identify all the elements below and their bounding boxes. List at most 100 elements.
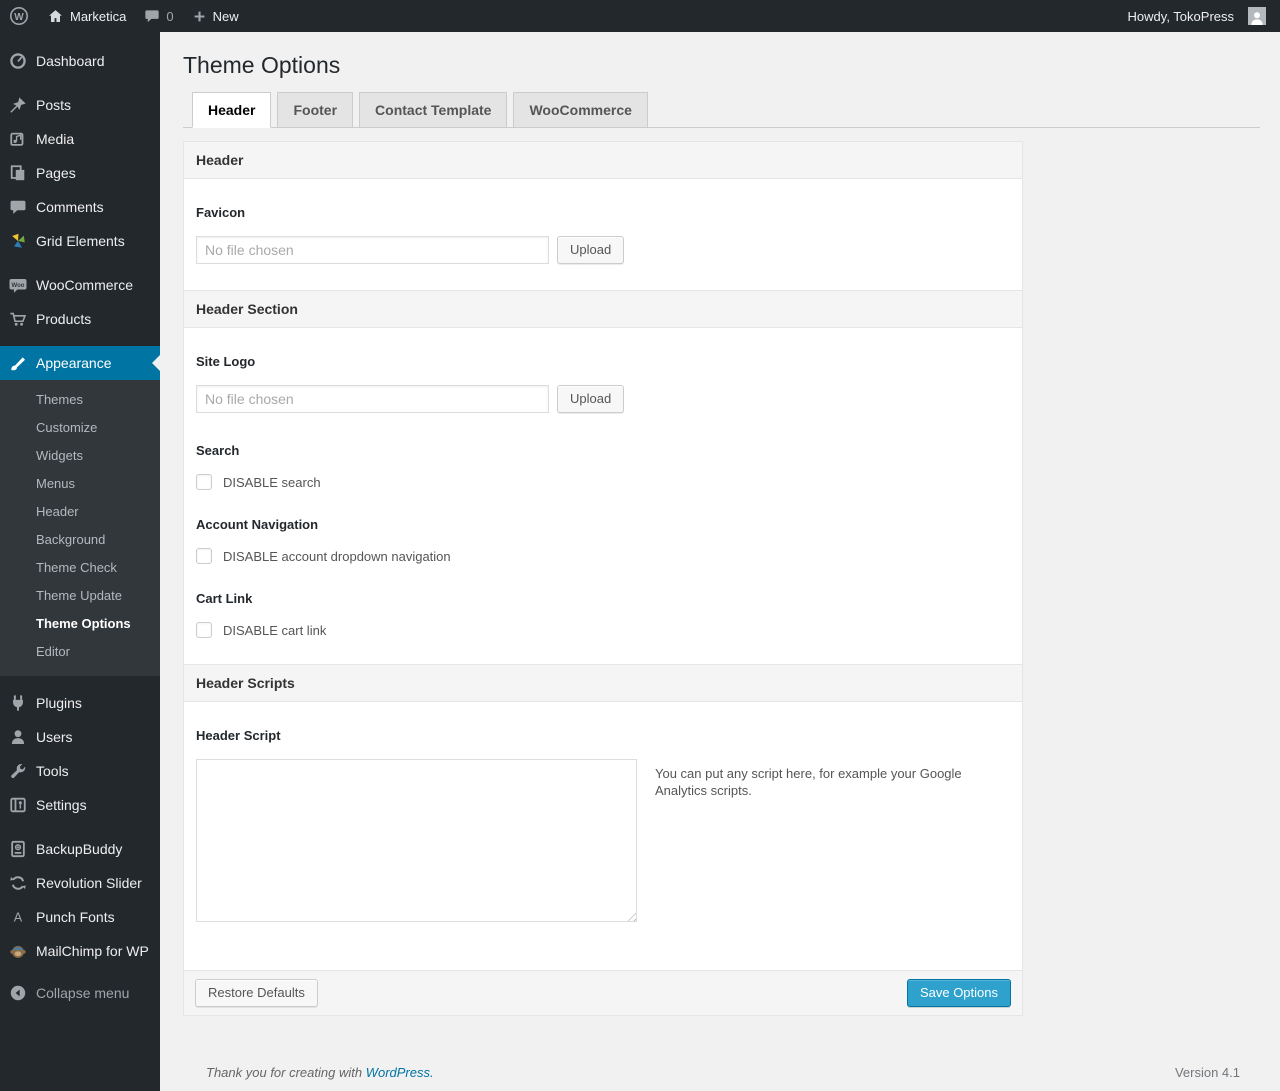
tab-footer[interactable]: Footer — [277, 92, 354, 128]
disable-account-nav-checkbox-label: DISABLE account dropdown navigation — [223, 548, 451, 564]
sidebar-item-background[interactable]: Background — [0, 526, 160, 554]
disable-cart-link-checkbox-label: DISABLE cart link — [223, 622, 327, 638]
sidebar-item-header[interactable]: Header — [0, 498, 160, 526]
header-script-textarea[interactable] — [196, 759, 637, 922]
sidebar-item-media[interactable]: Media — [0, 122, 160, 156]
sidebar-item-dashboard[interactable]: Dashboard — [0, 44, 160, 78]
sidebar-item-widgets[interactable]: Widgets — [0, 442, 160, 470]
theme-options-panel: Header Favicon Upload Header Section Sit… — [183, 141, 1023, 1016]
woocommerce-badge-icon: Woo — [8, 275, 28, 295]
menu-separator — [0, 258, 160, 268]
collapse-menu-button[interactable]: Collapse menu — [0, 976, 160, 1010]
sidebar-item-mailchimp[interactable]: MailChimp for WP — [0, 934, 160, 968]
tab-bar: Header Footer Contact Template WooCommer… — [183, 92, 1260, 128]
wordpress-link[interactable]: WordPress. — [366, 1065, 434, 1080]
admin-bar: W Marketica 0 New Howdy, TokoPress — [0, 0, 1280, 32]
sidebar-item-pages[interactable]: Pages — [0, 156, 160, 190]
site-link[interactable]: Marketica — [38, 0, 135, 32]
sidebar-item-comments[interactable]: Comments — [0, 190, 160, 224]
plus-icon — [194, 11, 204, 21]
person-icon — [1251, 12, 1263, 25]
sidebar-item-grid-elements[interactable]: Grid Elements — [0, 224, 160, 258]
new-label: New — [212, 8, 239, 24]
sidebar-item-appearance[interactable]: Appearance — [0, 346, 160, 380]
favicon-label: Favicon — [196, 205, 246, 220]
refresh-arrows-icon — [8, 873, 28, 893]
howdy-text: Howdy, TokoPress — [1127, 8, 1234, 24]
account-navigation-label: Account Navigation — [196, 517, 319, 532]
menu-separator — [0, 822, 160, 832]
section-header-scripts-content: Header Script You can put any script her… — [184, 702, 1022, 970]
wordpress-logo-menu[interactable]: W — [0, 0, 38, 32]
section-header-section-bar: Header Section — [184, 290, 1022, 328]
sidebar-item-punch-fonts[interactable]: A Punch Fonts — [0, 900, 160, 934]
sidebar-item-revolution-slider[interactable]: Revolution Slider — [0, 866, 160, 900]
site-logo-file-input[interactable] — [196, 385, 549, 413]
sidebar-item-tools[interactable]: Tools — [0, 754, 160, 788]
favicon-upload-button[interactable]: Upload — [557, 236, 625, 264]
mailchimp-monkey-icon — [8, 941, 28, 961]
pages-icon — [8, 163, 28, 183]
sidebar-item-products[interactable]: Products — [0, 302, 160, 336]
user-icon — [8, 727, 28, 747]
menu-separator — [0, 676, 160, 686]
svg-text:A: A — [14, 911, 23, 925]
disable-account-nav-checkbox[interactable] — [196, 548, 212, 564]
restore-defaults-button[interactable]: Restore Defaults — [195, 979, 318, 1007]
sidebar-item-menus[interactable]: Menus — [0, 470, 160, 498]
grid-elements-icon — [8, 231, 28, 251]
section-header-scripts-bar: Header Scripts — [184, 664, 1022, 702]
site-logo-label: Site Logo — [196, 354, 256, 369]
wrench-icon — [8, 761, 28, 781]
disable-cart-link-checkbox[interactable] — [196, 622, 212, 638]
cart-link-label: Cart Link — [196, 591, 253, 606]
section-header-section-content: Site Logo Upload Search DISABLE search A… — [184, 328, 1022, 664]
pushpin-icon — [8, 95, 28, 115]
site-logo-upload-button[interactable]: Upload — [557, 385, 625, 413]
footer-version: Version 4.1 — [1174, 1065, 1240, 1080]
svg-text:W: W — [14, 12, 24, 23]
section-header-bar: Header — [184, 142, 1022, 179]
tab-header[interactable]: Header — [192, 92, 272, 128]
comments-shortcut[interactable]: 0 — [135, 0, 182, 32]
wordpress-logo-icon: W — [10, 7, 28, 25]
settings-sliders-icon — [8, 795, 28, 815]
dashboard-icon — [8, 51, 28, 71]
disable-search-checkbox[interactable] — [196, 474, 212, 490]
favicon-file-input[interactable] — [196, 236, 549, 264]
search-label: Search — [196, 443, 240, 458]
tab-woocommerce[interactable]: WooCommerce — [513, 92, 648, 128]
media-icon — [8, 129, 28, 149]
comments-icon — [8, 197, 28, 217]
sidebar-item-customize[interactable]: Customize — [0, 414, 160, 442]
sidebar-item-theme-options[interactable]: Theme Options — [0, 610, 160, 638]
sidebar-item-plugins[interactable]: Plugins — [0, 686, 160, 720]
comment-count: 0 — [166, 8, 174, 24]
new-content-menu[interactable]: New — [183, 0, 248, 32]
sidebar-item-users[interactable]: Users — [0, 720, 160, 754]
tab-contact-template[interactable]: Contact Template — [359, 92, 508, 128]
my-account-menu[interactable]: Howdy, TokoPress — [1119, 0, 1280, 32]
header-script-label: Header Script — [196, 728, 281, 743]
admin-menu: Dashboard Posts Media Pages Comments Gri… — [0, 32, 160, 1091]
page-title: Theme Options — [183, 52, 341, 78]
footer-thanks-text: Thank you for creating with WordPress. — [206, 1065, 434, 1080]
section-header-content: Favicon Upload — [184, 179, 1022, 290]
sidebar-item-settings[interactable]: Settings — [0, 788, 160, 822]
sidebar-item-posts[interactable]: Posts — [0, 88, 160, 122]
appearance-submenu: Themes Customize Widgets Menus Header Ba… — [0, 380, 160, 676]
sidebar-item-editor[interactable]: Editor — [0, 638, 160, 666]
header-script-help-text: You can put any script here, for example… — [655, 766, 962, 798]
site-name: Marketica — [70, 8, 127, 24]
sidebar-item-backupbuddy[interactable]: BackupBuddy — [0, 832, 160, 866]
cart-icon — [8, 309, 28, 329]
save-options-button[interactable]: Save Options — [906, 979, 1011, 1007]
avatar — [1248, 7, 1266, 25]
home-icon — [49, 9, 62, 22]
sidebar-item-theme-check[interactable]: Theme Check — [0, 554, 160, 582]
svg-text:Woo: Woo — [12, 283, 25, 289]
appearance-brush-icon — [8, 353, 28, 373]
sidebar-item-theme-update[interactable]: Theme Update — [0, 582, 160, 610]
sidebar-item-woocommerce[interactable]: Woo WooCommerce — [0, 268, 160, 302]
sidebar-item-themes[interactable]: Themes — [0, 386, 160, 414]
